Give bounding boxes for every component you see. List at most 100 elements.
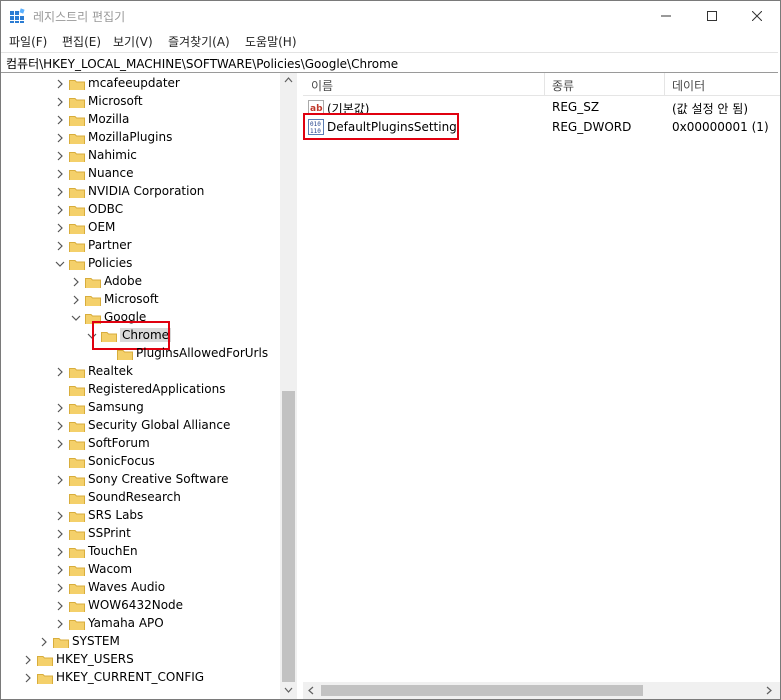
folder-icon	[69, 386, 85, 396]
folder-icon	[37, 656, 53, 666]
folder-icon	[69, 440, 85, 450]
tree-item[interactable]: Security Global Alliance	[1, 417, 280, 435]
chevron-right-icon[interactable]	[55, 474, 65, 486]
tree-vertical-scrollbar[interactable]	[280, 73, 297, 699]
tree-item[interactable]: WOW6432Node	[1, 597, 280, 615]
chevron-down-icon[interactable]	[55, 258, 65, 270]
tree-item[interactable]: HKEY_USERS	[1, 651, 280, 669]
tree-item[interactable]: Policies	[1, 255, 280, 273]
menu-favorites[interactable]: 즐겨찾기(A)	[168, 33, 230, 50]
chevron-right-icon[interactable]	[55, 366, 65, 378]
chevron-right-icon[interactable]	[55, 150, 65, 162]
address-bar[interactable]: 컴퓨터\HKEY_LOCAL_MACHINE\SOFTWARE\Policies…	[1, 52, 778, 73]
column-divider[interactable]	[664, 73, 665, 95]
scroll-right-icon[interactable]	[766, 686, 772, 695]
chevron-right-icon[interactable]	[55, 186, 65, 198]
key-tree-pane[interactable]: mcafeeupdater Microsoft Mozilla MozillaPlug…	[1, 73, 297, 699]
chevron-right-icon[interactable]	[71, 294, 81, 306]
tree-item-label: OEM	[88, 220, 116, 234]
chevron-right-icon[interactable]	[23, 672, 33, 684]
tree-item[interactable]: Waves Audio	[1, 579, 280, 597]
values-horizontal-scrollbar[interactable]	[303, 682, 780, 699]
tree-item-label: HKEY_CURRENT_CONFIG	[56, 670, 205, 684]
tree-item[interactable]: TouchEn	[1, 543, 280, 561]
tree-item[interactable]: Partner	[1, 237, 280, 255]
menu-edit[interactable]: 편집(E)	[62, 33, 101, 50]
chevron-right-icon[interactable]	[55, 132, 65, 144]
scroll-down-icon[interactable]	[284, 687, 293, 693]
menu-help[interactable]: 도움말(H)	[245, 33, 297, 50]
chevron-right-icon[interactable]	[39, 636, 49, 648]
values-scroll-thumb[interactable]	[321, 685, 643, 696]
tree-item[interactable]: OEM	[1, 219, 280, 237]
chevron-right-icon[interactable]	[55, 222, 65, 234]
tree-scroll-thumb[interactable]	[282, 391, 295, 682]
chevron-right-icon[interactable]	[55, 240, 65, 252]
chevron-right-icon[interactable]	[55, 96, 65, 108]
column-type[interactable]: 종류	[552, 77, 574, 94]
chevron-right-icon[interactable]	[55, 420, 65, 432]
tree-item[interactable]: mcafeeupdater	[1, 75, 280, 93]
chevron-right-icon[interactable]	[55, 618, 65, 630]
folder-icon	[69, 530, 85, 540]
tree-item[interactable]: Nahimic	[1, 147, 280, 165]
pane-splitter[interactable]	[298, 73, 302, 699]
tree-item[interactable]: SoftForum	[1, 435, 280, 453]
folder-icon	[69, 170, 85, 180]
chevron-right-icon[interactable]	[55, 402, 65, 414]
tree-item[interactable]: Mozilla	[1, 111, 280, 129]
tree-item[interactable]: SYSTEM	[1, 633, 280, 651]
tree-item[interactable]: SSPrint	[1, 525, 280, 543]
chevron-right-icon[interactable]	[55, 582, 65, 594]
tree-item-label: Microsoft	[104, 292, 159, 306]
tree-item[interactable]: Microsoft	[1, 93, 280, 111]
values-pane[interactable]: 이름 종류 데이터 ab (기본값) REG_SZ (값 설정 안 됨) 010…	[303, 73, 780, 699]
scroll-up-icon[interactable]	[284, 77, 293, 83]
menu-view[interactable]: 보기(V)	[113, 33, 153, 50]
tree-item[interactable]: Microsoft	[1, 291, 280, 309]
chevron-right-icon[interactable]	[55, 438, 65, 450]
tree-item[interactable]: PluginsAllowedForUrls	[1, 345, 280, 363]
tree-item[interactable]: Adobe	[1, 273, 280, 291]
tree-item[interactable]: SRS Labs	[1, 507, 280, 525]
chevron-right-icon[interactable]	[55, 78, 65, 90]
chevron-right-icon[interactable]	[55, 114, 65, 126]
chevron-right-icon[interactable]	[55, 528, 65, 540]
chevron-down-icon[interactable]	[71, 312, 81, 324]
tree-item[interactable]: Nuance	[1, 165, 280, 183]
chevron-right-icon[interactable]	[55, 546, 65, 558]
tree-item[interactable]: Yamaha APO	[1, 615, 280, 633]
chevron-right-icon[interactable]	[55, 204, 65, 216]
column-divider[interactable]	[544, 73, 545, 95]
tree-item-label: SoftForum	[88, 436, 150, 450]
folder-icon	[69, 368, 85, 378]
minimize-button[interactable]	[643, 1, 689, 31]
column-name[interactable]: 이름	[311, 77, 333, 94]
tree-item[interactable]: Realtek	[1, 363, 280, 381]
tree-item[interactable]: ODBC	[1, 201, 280, 219]
tree-item-label: Partner	[88, 238, 132, 252]
tree-item-label: Security Global Alliance	[88, 418, 231, 432]
maximize-button[interactable]	[689, 1, 735, 31]
menu-file[interactable]: 파일(F)	[9, 33, 47, 50]
folder-icon	[69, 584, 85, 594]
tree-item[interactable]: HKEY_CURRENT_CONFIG	[1, 669, 280, 687]
tree-item[interactable]: MozillaPlugins	[1, 129, 280, 147]
close-button[interactable]	[734, 1, 780, 31]
chevron-right-icon[interactable]	[55, 600, 65, 612]
column-data[interactable]: 데이터	[672, 77, 705, 94]
chevron-right-icon[interactable]	[55, 168, 65, 180]
tree-item[interactable]: Wacom	[1, 561, 280, 579]
tree-item[interactable]: Samsung	[1, 399, 280, 417]
scroll-left-icon[interactable]	[308, 686, 314, 695]
tree-item[interactable]: SoundResearch	[1, 489, 280, 507]
tree-item[interactable]: RegisteredApplications	[1, 381, 280, 399]
tree-item[interactable]: SonicFocus	[1, 453, 280, 471]
chevron-right-icon[interactable]	[71, 276, 81, 288]
address-path[interactable]: 컴퓨터\HKEY_LOCAL_MACHINE\SOFTWARE\Policies…	[6, 55, 398, 72]
tree-item[interactable]: NVIDIA Corporation	[1, 183, 280, 201]
tree-item[interactable]: Sony Creative Software	[1, 471, 280, 489]
chevron-right-icon[interactable]	[55, 564, 65, 576]
chevron-right-icon[interactable]	[23, 654, 33, 666]
chevron-right-icon[interactable]	[55, 510, 65, 522]
